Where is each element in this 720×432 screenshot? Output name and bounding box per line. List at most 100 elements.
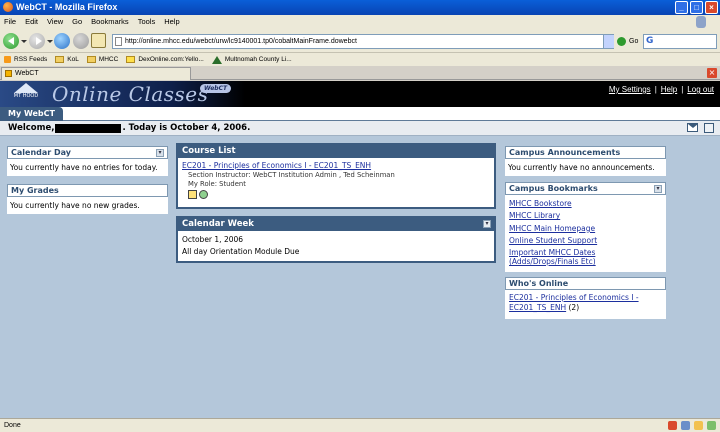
my-settings-link[interactable]: My Settings [609,85,651,94]
calendar-week-event: All day Orientation Module Due [182,247,300,256]
collapse-icon[interactable]: ▾ [483,220,491,228]
bookmark-online-student-support[interactable]: Online Student Support [509,236,597,245]
campus-announcements-panel: Campus Announcements You currently have … [505,146,666,176]
calendar-day-message: You currently have no entries for today. [10,163,158,172]
window-titlebar: WebCT - Mozilla Firefox _ □ × [0,0,720,15]
whos-online-count: (2) [566,302,580,312]
search-input[interactable]: G [643,34,717,49]
menu-view[interactable]: View [47,15,63,29]
collapse-icon[interactable]: ▾ [654,185,662,193]
welcome-date: . Today is October 4, 2006. [122,122,251,133]
my-grades-message: You currently have no new grades. [10,201,140,210]
menu-bar: File Edit View Go Bookmarks Tools Help [0,15,720,29]
collapse-icon[interactable]: ▾ [156,149,164,157]
menu-edit[interactable]: Edit [25,15,38,29]
page-icon [115,37,122,46]
back-button[interactable] [3,33,19,49]
whos-online-title: Who's Online [509,279,569,288]
whos-online-header: Who's Online [505,277,666,290]
home-button[interactable] [91,33,106,48]
announcements-message: You currently have no announcements. [508,163,655,172]
bookmark-important-dates-detail[interactable]: (Adds/Drops/Finals Etc) [509,257,596,266]
bookmark-dexonline[interactable]: DexOnline.com:Yello... [126,53,204,66]
my-grades-title: My Grades [11,186,59,195]
course-list-header: Course List [178,145,494,158]
bookmark-multnomah[interactable]: Multnomah County Li... [211,53,292,66]
my-grades-panel: My Grades You currently have no new grad… [7,184,168,214]
menu-help[interactable]: Help [164,15,179,29]
bookmark-mhcc-library[interactable]: MHCC Library [509,211,560,220]
bookmark-mhcc[interactable]: MHCC [86,53,118,66]
bookmarks-toolbar: RSS Feeds KoL MHCC DexOnline.com:Yello..… [0,53,720,66]
menu-tools[interactable]: Tools [138,15,156,29]
reload-button[interactable] [54,33,70,49]
webct-banner: MT HOOD Online Classes WebCT My Settings… [0,81,720,107]
separator: | [681,85,684,94]
bookmark-important-dates[interactable]: Important MHCC Dates [509,248,595,257]
download-icon[interactable] [694,421,703,430]
course-role: My Role: Student [188,180,246,188]
settings-icon[interactable] [704,123,714,133]
mail-icon[interactable] [687,123,698,132]
mywebct-tab-bar: My WebCT [0,107,720,121]
back-dropdown-icon[interactable] [21,40,27,43]
tools-icon[interactable] [188,190,197,199]
whos-online-course-link[interactable]: EC201 - Principles of Economics I - [509,293,639,302]
menu-file[interactable]: File [4,15,16,29]
window-title: WebCT - Mozilla Firefox [16,2,118,12]
tab-title: WebCT [15,70,39,77]
webct-favicon [5,70,12,77]
calendar-day-panel: Calendar Day ▾ You currently have no ent… [7,146,168,176]
minimize-button[interactable]: _ [675,1,688,14]
close-tab-icon[interactable]: × [707,68,717,78]
extension-icon[interactable] [681,421,690,430]
calendar-week-header: Calendar Week ▾ [178,218,494,231]
adblock-icon[interactable] [668,421,677,430]
welcome-icons [687,123,714,133]
bookmark-rss-feeds[interactable]: RSS Feeds [4,53,47,66]
bookmark-label: RSS Feeds [14,56,48,63]
stop-button[interactable] [73,33,89,49]
help-link[interactable]: Help [661,85,677,94]
status-text: Done [4,422,21,429]
whos-online-course-link-2[interactable]: EC201_TS_ENH [509,303,566,312]
go-button[interactable]: Go [617,35,638,48]
url-dropdown-button[interactable] [603,35,614,48]
maximize-button[interactable]: □ [690,1,703,14]
bookmark-label: KoL [67,56,79,63]
calendar-day-title: Calendar Day [11,148,71,157]
menu-bookmarks[interactable]: Bookmarks [91,15,129,29]
mountain-icon [14,83,38,93]
webct-page: MT HOOD Online Classes WebCT My Settings… [0,81,720,418]
course-list-panel: Course List EC201 - Principles of Econom… [176,143,496,209]
bookmark-label: Multnomah County Li... [224,56,292,63]
bookmark-mhcc-main-homepage[interactable]: MHCC Main Homepage [509,224,595,233]
log-out-link[interactable]: Log out [687,85,714,94]
logo-text: MT HOOD [13,93,39,99]
security-icon[interactable] [707,421,716,430]
tree-icon [211,55,222,64]
redacted-username [55,123,122,133]
announcements-header: Campus Announcements [505,146,666,159]
tab-my-webct[interactable]: My WebCT [0,107,63,121]
calendar-day-header: Calendar Day ▾ [7,146,168,159]
forward-button[interactable] [29,33,45,49]
forward-dropdown-icon[interactable] [47,40,53,43]
bookmark-mhcc-bookstore[interactable]: MHCC Bookstore [509,199,572,208]
webct-badge: WebCT [200,84,232,93]
throbber-icon [696,16,706,28]
tab-bar: WebCT × [0,66,720,80]
course-link[interactable]: EC201 - Principles of Economics I - EC20… [182,161,371,170]
browser-tab-webct[interactable]: WebCT [1,67,191,80]
google-icon: G [646,36,654,46]
firefox-icon [3,2,13,12]
url-input[interactable]: http://online.mhcc.edu/webct/urw/lc91400… [112,34,614,49]
top-links: My Settings | Help | Log out [609,85,714,94]
course-tools-icon[interactable] [199,190,208,199]
bookmark-kol[interactable]: KoL [55,53,79,66]
menu-go[interactable]: Go [72,15,82,29]
calendar-week-title: Calendar Week [182,219,254,229]
window-controls: _ □ × [675,1,718,14]
close-window-button[interactable]: × [705,1,718,14]
welcome-bar: Welcome, . Today is October 4, 2006. [0,121,720,136]
